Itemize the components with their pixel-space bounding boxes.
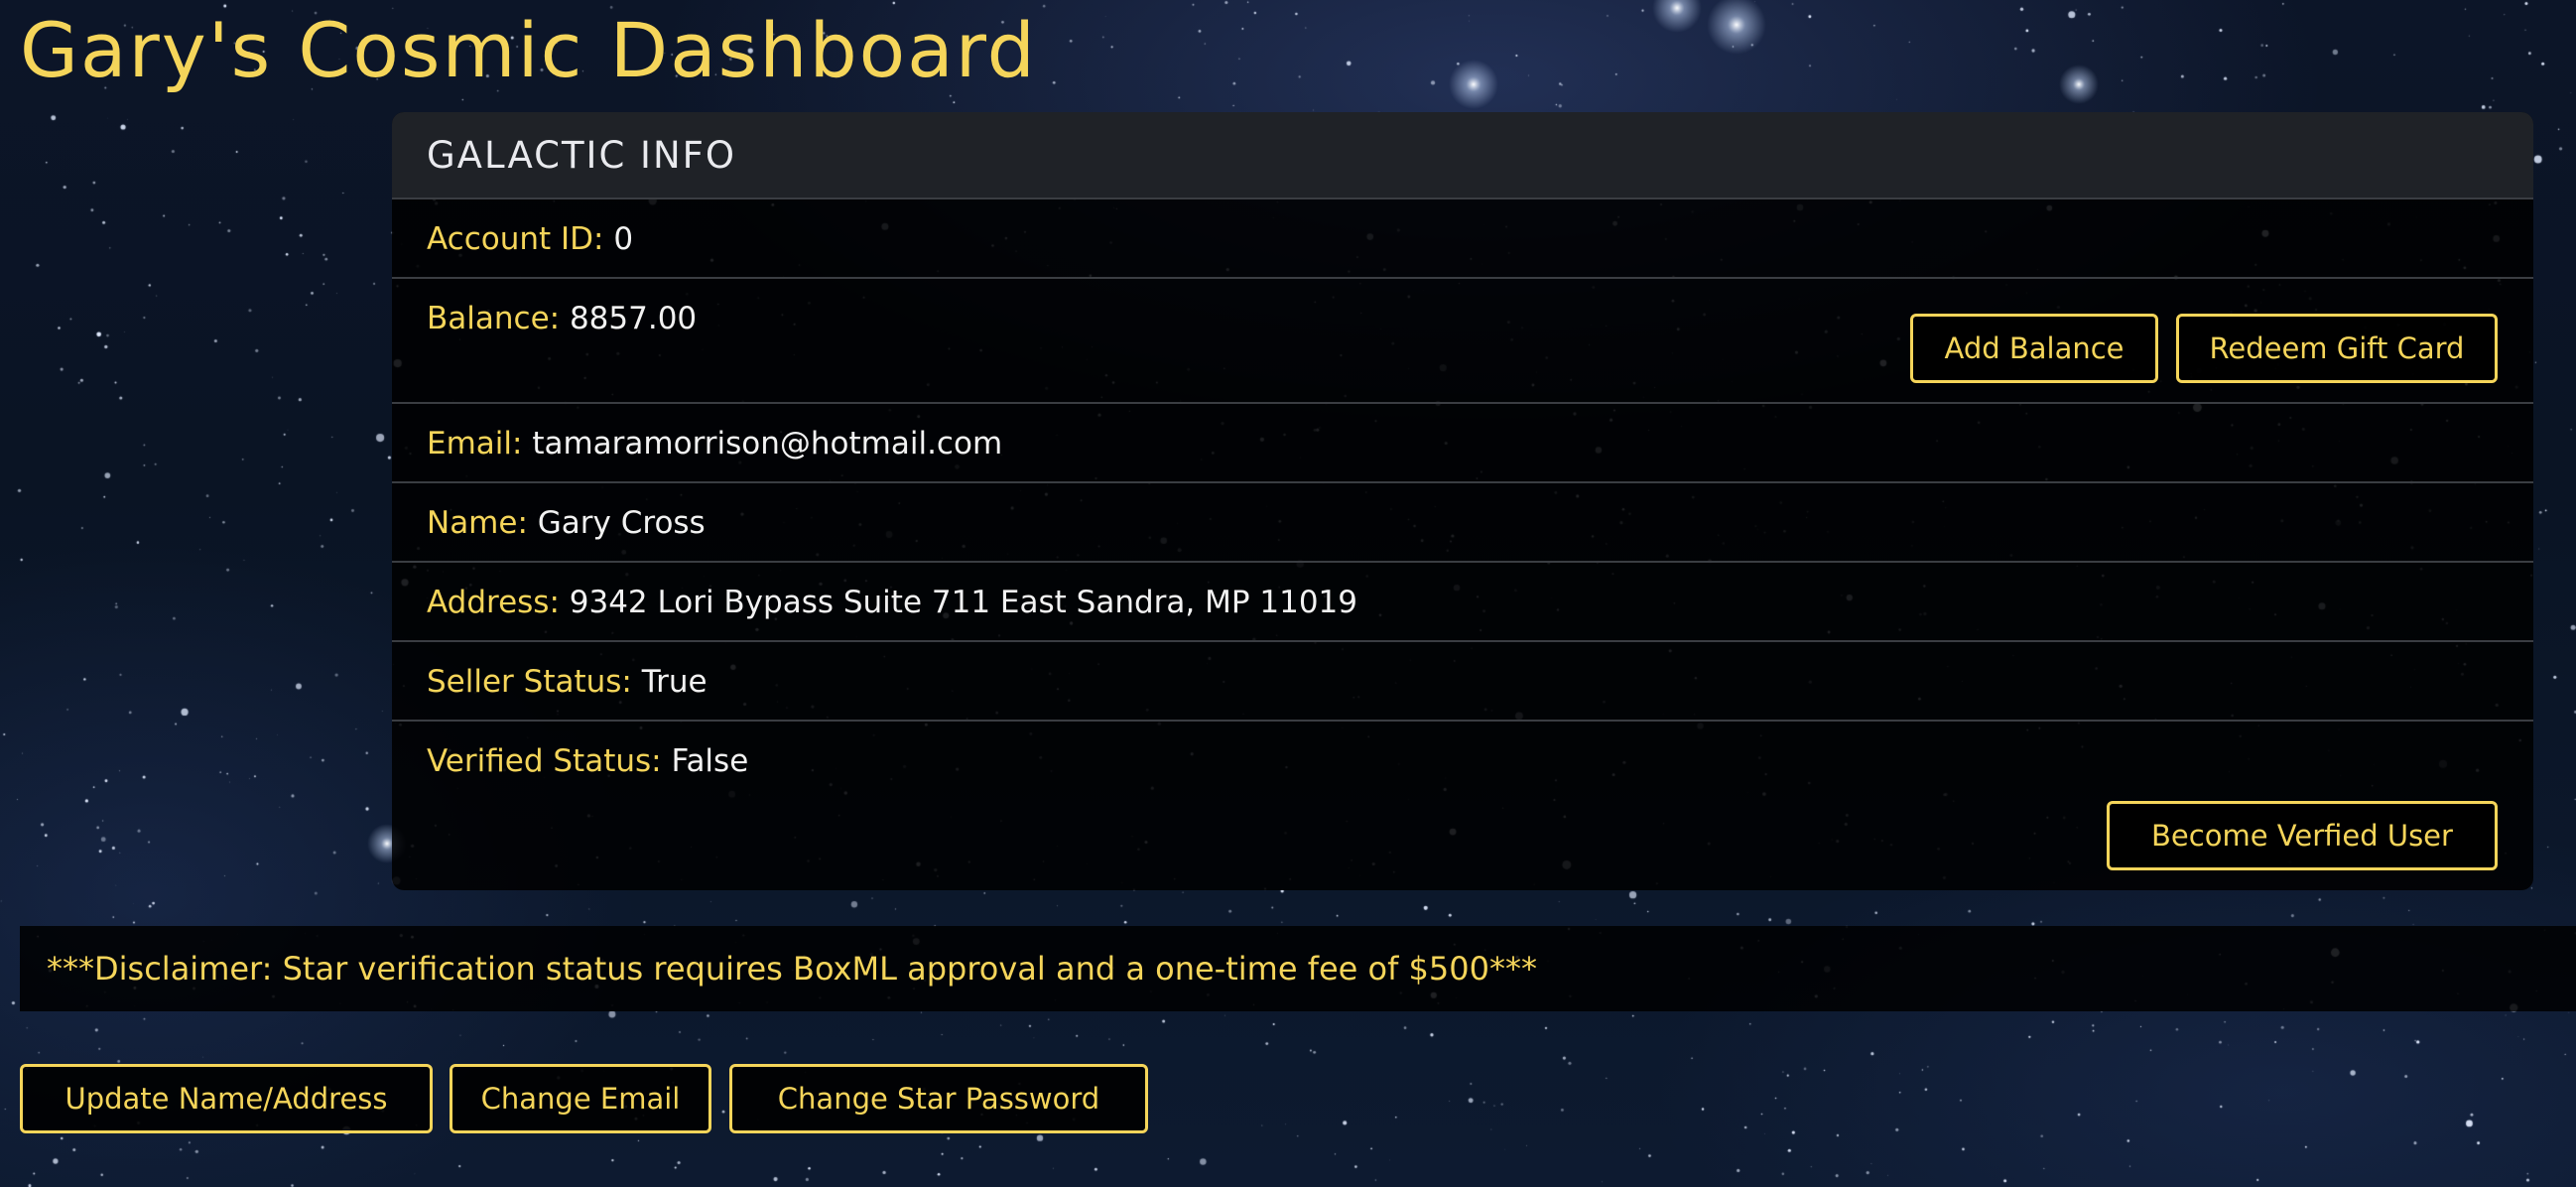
add-balance-button[interactable]: Add Balance: [1910, 314, 2158, 383]
email-value: tamaramorrison@hotmail.com: [532, 426, 1003, 462]
update-name-address-button[interactable]: Update Name/Address: [20, 1064, 433, 1133]
card-header: GALACTIC INFO: [392, 112, 2533, 199]
balance-row: Balance: 8857.00 Add Balance Redeem Gift…: [392, 279, 2533, 404]
become-verified-button[interactable]: Become Verfied User: [2107, 801, 2498, 870]
disclaimer-banner: ***Disclaimer: Star verification status …: [20, 926, 2576, 1011]
page-title: Gary's Cosmic Dashboard: [20, 6, 1037, 94]
account-id-label: Account ID:: [427, 221, 604, 257]
name-label: Name:: [427, 505, 528, 541]
disclaimer-text: ***Disclaimer: Star verification status …: [47, 950, 1537, 988]
seller-status-row: Seller Status: True: [392, 642, 2533, 722]
name-row: Name: Gary Cross: [392, 483, 2533, 563]
email-label: Email:: [427, 426, 523, 462]
email-row: Email: tamaramorrison@hotmail.com: [392, 404, 2533, 483]
account-id-row: Account ID: 0: [392, 199, 2533, 279]
seller-status-value: True: [641, 664, 708, 700]
seller-status-label: Seller Status:: [427, 664, 632, 700]
verified-status-label: Verified Status:: [427, 743, 662, 779]
change-email-button[interactable]: Change Email: [450, 1064, 711, 1133]
balance-label: Balance:: [427, 301, 561, 336]
name-value: Gary Cross: [537, 505, 706, 541]
account-id-value: 0: [613, 221, 634, 257]
address-value: 9342 Lori Bypass Suite 711 East Sandra, …: [569, 585, 1358, 620]
verified-status-value: False: [671, 743, 749, 779]
address-label: Address:: [427, 585, 560, 620]
change-star-password-button[interactable]: Change Star Password: [729, 1064, 1148, 1133]
balance-value: 8857.00: [569, 301, 698, 336]
address-row: Address: 9342 Lori Bypass Suite 711 East…: [392, 563, 2533, 642]
verified-status-row: Verified Status: False Become Verfied Us…: [392, 722, 2533, 890]
galactic-info-card: GALACTIC INFO Account ID: 0 Balance: 885…: [392, 112, 2533, 890]
card-header-title: GALACTIC INFO: [427, 133, 737, 177]
redeem-gift-card-button[interactable]: Redeem Gift Card: [2176, 314, 2498, 383]
